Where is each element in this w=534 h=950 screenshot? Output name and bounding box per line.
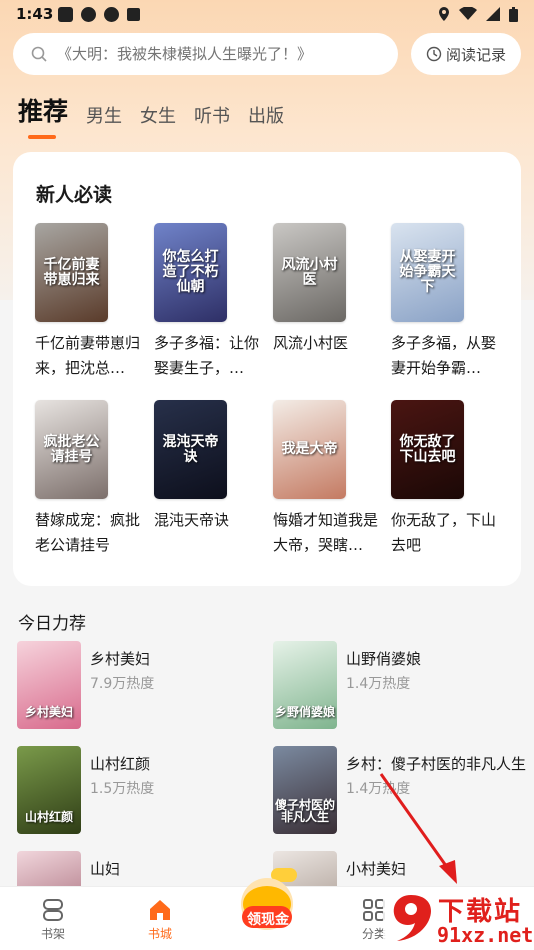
book-cover: 从娶妻开始争霸天下 — [391, 223, 464, 322]
notification-icons — [58, 7, 140, 22]
recommend-cover: 山村红颜 — [17, 746, 81, 834]
book-cover: 混沌天帝诀 — [154, 400, 227, 499]
wifi-icon — [459, 7, 477, 20]
book-item[interactable]: 你无敌了下山去吧 你无敌了，下山去吧 — [391, 400, 496, 558]
book-cover: 我是大帝 — [273, 400, 346, 499]
location-icon — [439, 7, 449, 21]
recommend-item[interactable]: 乡野俏婆娘 山野俏婆娘 1.4万热度 — [273, 641, 526, 729]
search-input[interactable] — [57, 45, 377, 63]
section-title-new-reader: 新人必读 — [36, 184, 113, 206]
notification-square-icon — [58, 7, 73, 22]
clock-icon — [426, 46, 442, 62]
book-cover: 你无敌了下山去吧 — [391, 400, 464, 499]
recommend-heat: 1.5万热度 — [90, 781, 155, 797]
status-bar: 1:43 — [0, 0, 534, 28]
watermark-url: 91xz.net — [437, 923, 534, 947]
home-icon — [150, 900, 170, 920]
book-item[interactable]: 你怎么打造了不朽仙朝 多子多福：让你娶妻生子，… — [154, 223, 259, 381]
category-tabs: 推荐 男生 女生 听书 出版 — [18, 92, 302, 139]
recommend-heat: 7.9万热度 — [90, 676, 155, 692]
book-cover: 千亿前妻带崽归来 — [35, 223, 108, 322]
book-title: 替嫁成宠：疯批老公请挂号 — [35, 511, 141, 554]
book-title: 千亿前妻带崽归来，把沈总… — [35, 334, 141, 377]
notification-app-icon — [81, 7, 96, 22]
recommend-title: 乡村美妇 — [90, 650, 151, 668]
book-title: 风流小村医 — [273, 334, 349, 352]
book-cover: 疯批老公请挂号 — [35, 400, 108, 499]
nav-bookstore[interactable]: 书城 — [120, 895, 200, 942]
book-cover: 风流小村医 — [273, 223, 346, 322]
book-item[interactable]: 风流小村医 风流小村医 — [273, 223, 373, 381]
tab-male[interactable]: 男生 — [86, 102, 122, 128]
recommend-title: 山村红颜 — [90, 755, 151, 773]
new-reader-card: 新人必读 千亿前妻带崽归来 千亿前妻带崽归来，把沈总… 你怎么打造了不朽仙朝 多… — [13, 152, 521, 586]
tab-publish[interactable]: 出版 — [248, 102, 284, 128]
nav-bookshelf[interactable]: 书架 — [13, 895, 93, 942]
status-time: 1:43 — [16, 5, 54, 23]
bookshelf-icon — [43, 899, 63, 921]
book-title: 多子多福：让你娶妻生子，… — [154, 334, 260, 377]
book-item[interactable]: 疯批老公请挂号 替嫁成宠：疯批老公请挂号 — [35, 400, 140, 558]
recommend-item[interactable]: 山村红颜 山村红颜 1.5万热度 — [17, 746, 270, 834]
recommend-item[interactable]: 乡村美妇 乡村美妇 7.9万热度 — [17, 641, 270, 729]
reading-history-button[interactable]: 阅读记录 — [411, 33, 521, 75]
signal-icon — [486, 7, 500, 21]
tab-recommend[interactable]: 推荐 — [18, 92, 68, 139]
notification-app-icon-2 — [104, 7, 119, 22]
search-icon — [31, 46, 47, 62]
book-title: 多子多福，从娶妻开始争霸… — [391, 334, 497, 377]
book-title: 悔婚才知道我是大帝，哭瞎… — [273, 511, 379, 554]
reading-history-label: 阅读记录 — [445, 45, 506, 64]
cash-reward-label: 领现金 — [247, 912, 289, 928]
recommend-heat: 1.4万热度 — [346, 676, 411, 692]
book-item[interactable]: 混沌天帝诀 混沌天帝诀 — [154, 400, 254, 558]
recommend-cover: 乡村美妇 — [17, 641, 81, 729]
book-title: 你无敌了，下山去吧 — [391, 511, 497, 554]
tab-audiobook[interactable]: 听书 — [194, 102, 230, 128]
red-arrow-annotation — [379, 773, 457, 884]
system-icons — [438, 6, 518, 22]
recommend-cover: 乡野俏婆娘 — [273, 641, 337, 729]
cash-reward-button[interactable]: 领现金 — [236, 862, 300, 934]
notification-a-icon — [127, 8, 140, 21]
book-item[interactable]: 千亿前妻带崽归来 千亿前妻带崽归来，把沈总… — [35, 223, 140, 381]
section-title-today: 今日力荐 — [18, 614, 86, 634]
book-cover: 你怎么打造了不朽仙朝 — [154, 223, 227, 322]
nav-label: 书城 — [147, 927, 172, 941]
nav-label: 书架 — [40, 927, 65, 941]
watermark-logo-icon — [393, 895, 431, 941]
book-title: 混沌天帝诀 — [154, 511, 230, 529]
book-item[interactable]: 从娶妻开始争霸天下 多子多福，从娶妻开始争霸… — [391, 223, 496, 381]
book-item[interactable]: 我是大帝 悔婚才知道我是大帝，哭瞎… — [273, 400, 378, 558]
tab-female[interactable]: 女生 — [140, 102, 176, 128]
recommend-cover: 傻子村医的非凡人生 — [273, 746, 337, 834]
search-bar[interactable] — [13, 33, 398, 75]
battery-icon — [509, 6, 518, 22]
recommend-title: 山野俏婆娘 — [346, 650, 422, 668]
watermark: 9 下载站 91xz.net — [383, 887, 533, 949]
